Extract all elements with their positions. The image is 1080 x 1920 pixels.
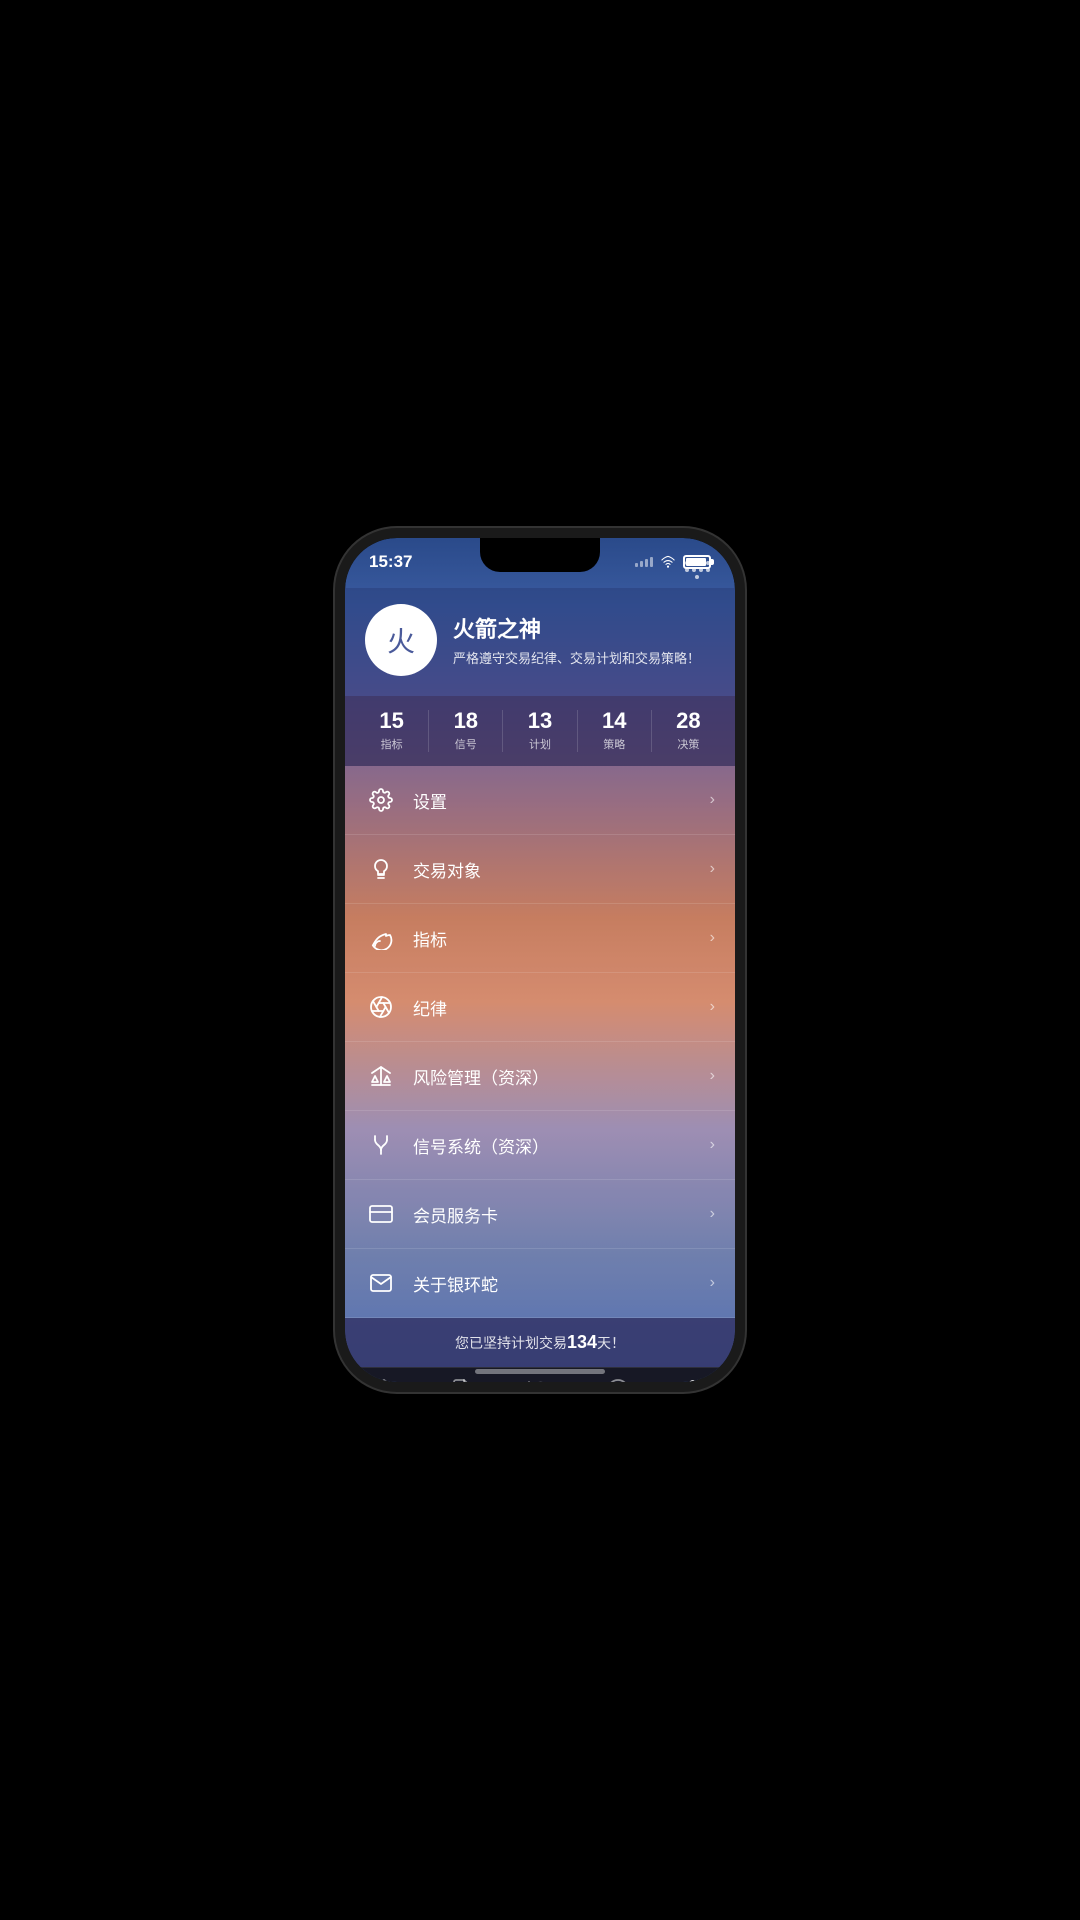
- stat-label: 指标: [381, 736, 403, 752]
- stat-item-决策: 28 决策: [652, 710, 725, 752]
- menu-item-risk-management[interactable]: 风险管理（资深） ›: [345, 1042, 735, 1111]
- wifi-icon: [659, 555, 677, 569]
- chevron-right-icon: ›: [710, 1136, 715, 1154]
- stat-label: 决策: [677, 736, 699, 752]
- tab-item-plan[interactable]: 计划: [423, 1378, 501, 1382]
- menu-icon-risk-management: [365, 1060, 397, 1092]
- tab-icon-plan: [450, 1378, 474, 1382]
- status-time: 15:37: [369, 552, 412, 572]
- tab-item-home[interactable]: 主页: [345, 1378, 423, 1382]
- avatar-char: 火: [387, 620, 415, 660]
- menu-icon-signal-system: [365, 1129, 397, 1161]
- stat-item-信号: 18 信号: [429, 710, 503, 752]
- menu-item-discipline[interactable]: 纪律 ›: [345, 973, 735, 1042]
- stat-number: 15: [379, 710, 403, 732]
- menu-label-discipline: 纪律: [413, 995, 710, 1020]
- menu-icon-settings: [365, 784, 397, 816]
- menu-icon-trading-objects: [365, 853, 397, 885]
- menu-label-trading-objects: 交易对象: [413, 857, 710, 882]
- stat-label: 信号: [455, 736, 477, 752]
- chevron-right-icon: ›: [710, 929, 715, 947]
- stat-item-计划: 13 计划: [503, 710, 577, 752]
- menu-item-settings[interactable]: 设置 ›: [345, 766, 735, 835]
- tab-icon-home: [372, 1378, 396, 1382]
- menu-item-about[interactable]: 关于银环蛇 ›: [345, 1249, 735, 1318]
- chevron-right-icon: ›: [710, 1274, 715, 1292]
- stat-number: 14: [602, 710, 626, 732]
- menu-icon-discipline: [365, 991, 397, 1023]
- notch: [480, 538, 600, 572]
- avatar: 火: [365, 604, 437, 676]
- stat-number: 28: [676, 710, 700, 732]
- tab-item-decision[interactable]: 决策: [579, 1378, 657, 1382]
- stat-item-指标: 15 指标: [355, 710, 429, 752]
- stats-bar: 15 指标 18 信号 13 计划 14 策略 28 决策: [345, 696, 735, 766]
- menu-label-about: 关于银环蛇: [413, 1271, 710, 1296]
- stat-number: 13: [528, 710, 552, 732]
- persistence-banner: 您已坚持计划交易134天！: [345, 1318, 735, 1367]
- menu-label-settings: 设置: [413, 788, 710, 813]
- menu-list: 设置 › 交易对象 › 指标 › 纪律 › 风险管理（资深） › 信号系统（资深…: [345, 766, 735, 1318]
- profile-info: 火箭之神 严格遵守交易纪律、交易计划和交易策略！: [453, 612, 700, 668]
- grid-dots-button[interactable]: [679, 552, 715, 588]
- menu-icon-indicators: [365, 922, 397, 954]
- tab-item-strategy[interactable]: 策略: [501, 1378, 579, 1382]
- menu-label-membership: 会员服务卡: [413, 1202, 710, 1227]
- menu-item-membership[interactable]: 会员服务卡 ›: [345, 1180, 735, 1249]
- menu-item-indicators[interactable]: 指标 ›: [345, 904, 735, 973]
- chevron-right-icon: ›: [710, 998, 715, 1016]
- profile-name: 火箭之神: [453, 612, 700, 644]
- menu-item-signal-system[interactable]: 信号系统（资深） ›: [345, 1111, 735, 1180]
- menu-item-trading-objects[interactable]: 交易对象 ›: [345, 835, 735, 904]
- chevron-right-icon: ›: [710, 860, 715, 878]
- tab-icon-strategy: [528, 1378, 552, 1382]
- menu-label-signal-system: 信号系统（资深）: [413, 1133, 710, 1158]
- profile-description: 严格遵守交易纪律、交易计划和交易策略！: [453, 650, 700, 668]
- menu-icon-about: [365, 1267, 397, 1299]
- phone-frame: 15:37: [345, 538, 735, 1382]
- stat-label: 策略: [603, 736, 625, 752]
- tab-icon-mine: [684, 1378, 708, 1382]
- stat-label: 计划: [529, 736, 551, 752]
- stat-number: 18: [454, 710, 478, 732]
- stat-item-策略: 14 策略: [578, 710, 652, 752]
- screen-content: 15:37: [345, 538, 735, 1382]
- menu-label-risk-management: 风险管理（资深）: [413, 1064, 710, 1089]
- tab-item-mine[interactable]: 我的: [657, 1378, 735, 1382]
- tab-icon-decision: [606, 1378, 630, 1382]
- home-indicator: [475, 1369, 605, 1374]
- persistence-prefix: 您已坚持计划交易: [455, 1335, 567, 1351]
- phone-screen: 15:37: [345, 538, 735, 1382]
- chevron-right-icon: ›: [710, 791, 715, 809]
- chevron-right-icon: ›: [710, 1205, 715, 1223]
- signal-icon: [635, 557, 653, 567]
- menu-icon-membership: [365, 1198, 397, 1230]
- profile-header: 火 火箭之神 严格遵守交易纪律、交易计划和交易策略！: [345, 588, 735, 696]
- persistence-suffix: 天！: [597, 1335, 625, 1351]
- menu-label-indicators: 指标: [413, 926, 710, 951]
- persistence-days: 134: [567, 1332, 597, 1352]
- chevron-right-icon: ›: [710, 1067, 715, 1085]
